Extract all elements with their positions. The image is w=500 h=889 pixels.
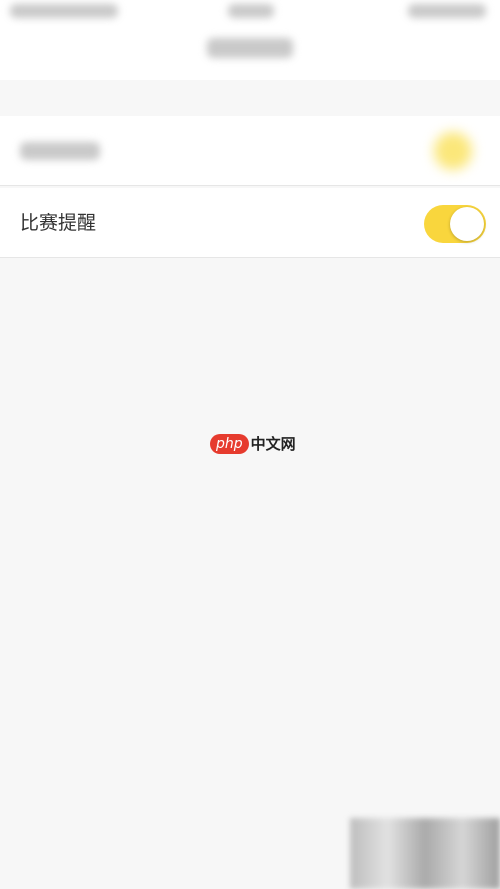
- status-time: [228, 4, 274, 18]
- match-reminder-label: 比赛提醒: [20, 212, 97, 234]
- watermark: php 中文网: [210, 433, 296, 454]
- nav-bar: [0, 26, 500, 80]
- watermark-site-name: 中文网: [250, 435, 296, 453]
- settings-row-blurred[interactable]: [0, 116, 500, 186]
- battery-icon: [408, 4, 486, 18]
- page-title: [207, 38, 293, 58]
- settings-row-label: [20, 142, 100, 160]
- watermark-php-logo: php: [210, 433, 249, 454]
- carrier-signal: [10, 4, 118, 18]
- pixelated-corner: [350, 818, 500, 889]
- match-reminder-toggle[interactable]: [424, 205, 486, 243]
- status-bar: [0, 0, 500, 26]
- settings-toggle[interactable]: [434, 132, 472, 170]
- settings-row-match-reminder: 比赛提醒: [0, 188, 500, 258]
- toggle-knob: [450, 207, 484, 241]
